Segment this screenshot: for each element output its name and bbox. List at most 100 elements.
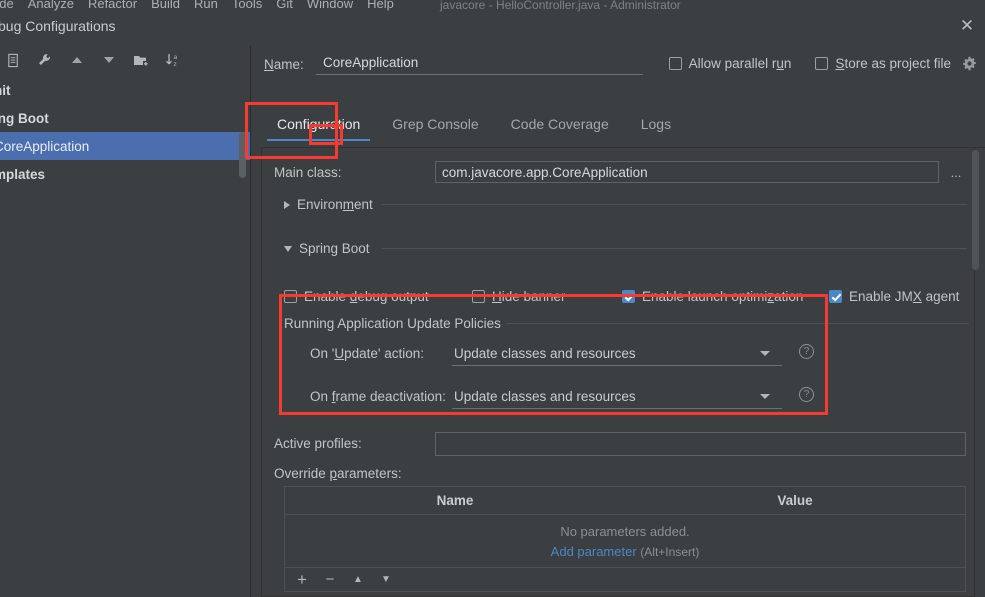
remove-parameter-button[interactable]: − [322,571,338,588]
ide-menu-items: ode Analyze Refactor Build Run Tools Git… [0,0,394,11]
tree-item-label: mplates [0,166,46,182]
tree-item-spring-boot[interactable]: ing Boot [0,104,250,132]
wrench-icon[interactable] [32,48,58,72]
configurations-toolbar: a z [0,46,250,74]
menu-item-code[interactable]: ode [0,0,14,11]
checkbox-box [472,290,485,303]
add-parameter-link[interactable]: Add parameter [551,544,637,559]
browse-main-class-button[interactable]: ... [945,161,967,183]
menu-item-git[interactable]: Git [276,0,293,11]
menu-item-help[interactable]: Help [367,0,394,11]
gear-icon[interactable] [962,56,977,71]
move-parameter-down-button[interactable]: ▼ [378,572,394,588]
on-frame-deactivation-label: On frame deactivation: [310,389,446,404]
move-parameter-up-button[interactable]: ▲ [350,572,366,588]
configuration-tabs: Configuration Grep Console Code Coverage… [261,116,687,141]
override-parameters-label: Override parameters: [274,466,402,481]
chevron-down-icon [760,393,770,399]
on-update-action-label: On 'Update' action: [310,346,424,361]
menu-item-run[interactable]: Run [194,0,218,11]
empty-message: No parameters added. [560,523,690,539]
hide-banner-label: Hide banner [492,289,566,304]
table-footer-toolbar: + − ▲ ▼ [285,567,965,591]
arrow-up-icon[interactable] [64,48,90,72]
add-parameter-button[interactable]: + [294,570,310,589]
environment-divider [382,204,967,205]
on-frame-deactivation-help-icon[interactable]: ? [799,387,814,402]
tree-item-templates[interactable]: mplates [0,160,250,188]
checkbox-box [622,290,635,303]
on-update-action-help-icon[interactable]: ? [799,344,814,359]
store-as-project-file-checkbox[interactable]: Store as project file [815,56,977,71]
enable-debug-output-checkbox[interactable]: Enable debug output [284,289,472,304]
on-update-action-dropdown[interactable]: Update classes and resources [452,341,782,366]
tree-scrollbar[interactable] [239,132,246,178]
run-debug-configurations-dialog: bug Configurations ✕ a z it ng Boot Core… [0,12,985,597]
menu-item-refactor[interactable]: Refactor [88,0,137,11]
close-icon[interactable]: ✕ [958,17,976,35]
active-profiles-label: Active profiles: [274,436,362,451]
tree-item-coreapplication[interactable]: CoreApplication [0,132,250,160]
screenshot-root: ode Analyze Refactor Build Run Tools Git… [0,0,985,597]
svg-text:z: z [174,61,177,68]
menu-item-build[interactable]: Build [151,0,180,11]
tree-item-label: CoreApplication [0,138,90,154]
environment-section-header[interactable]: Environment [284,197,373,212]
tree-item-label: nit [0,82,11,98]
content-scrollbar[interactable] [971,150,980,595]
configuration-form: Main class: ... Environment Spring Boot [261,148,975,597]
menu-item-window[interactable]: Window [307,0,353,11]
main-class-input[interactable] [435,161,939,183]
tab-grep-console[interactable]: Grep Console [376,116,494,141]
hide-banner-checkbox[interactable]: Hide banner [472,289,622,304]
svg-text:a: a [174,54,178,61]
enable-launch-optimization-label: Enable launch optimization [642,289,804,304]
configurations-tree[interactable]: nit ing Boot CoreApplication mplates [0,76,250,597]
spring-boot-label: Spring Boot [299,241,370,256]
tree-item-junit[interactable]: nit [0,76,250,104]
checkbox-box [668,57,682,70]
checkbox-box [829,290,842,303]
spring-boot-divider [382,248,967,249]
allow-parallel-run-checkbox[interactable]: Allow parallel run [668,56,792,71]
column-header-name: Name [436,493,474,508]
tab-configuration[interactable]: Configuration [261,116,376,141]
arrow-down-icon[interactable] [96,48,122,72]
folder-add-icon[interactable] [128,48,154,72]
dialog-titlebar: bug Configurations ✕ [0,12,985,46]
tab-logs[interactable]: Logs [625,116,687,141]
content-scrollbar-thumb[interactable] [972,150,979,270]
table-empty-state: No parameters added. Add parameter (Alt+… [285,515,965,567]
add-parameter-shortcut: (Alt+Insert) [640,544,700,559]
name-input[interactable] [316,53,643,75]
tab-code-coverage[interactable]: Code Coverage [495,116,625,141]
chevron-down-icon [760,350,770,356]
copy-icon[interactable] [0,48,26,72]
spring-boot-section-header[interactable]: Spring Boot [284,241,370,256]
spring-boot-checkbox-group: Enable debug output Hide banner Enable l… [284,289,959,304]
tree-item-label: ing Boot [0,110,49,126]
on-frame-deactivation-value: Update classes and resources [454,388,636,404]
on-update-action-value: Update classes and resources [454,345,636,361]
menu-item-analyze[interactable]: Analyze [28,0,74,11]
table-header-row: Name Value [285,487,965,515]
main-class-label: Main class: [274,165,342,180]
on-frame-deactivation-dropdown[interactable]: Update classes and resources [452,384,782,409]
column-header-value: Value [777,493,813,508]
enable-launch-optimization-checkbox[interactable]: Enable launch optimization [622,289,829,304]
override-parameters-table: Name Value No parameters added. Add para… [284,486,966,592]
checkbox-box [284,290,297,303]
allow-parallel-run-label: Allow parallel run [688,56,792,71]
active-profiles-input[interactable] [435,432,966,456]
name-row: Name: [264,53,643,75]
menu-item-tools[interactable]: Tools [232,0,262,11]
name-label: Name: [264,56,304,72]
sort-az-icon[interactable]: a z [160,48,186,72]
enable-jmx-agent-label: Enable JMX agent [849,289,960,304]
update-policies-title: Running Application Update Policies [284,316,507,331]
enable-jmx-agent-checkbox[interactable]: Enable JMX agent [829,289,959,304]
top-checkbox-group: Allow parallel run Store as project file [668,56,977,71]
ide-window-title: javacore - HelloController.java - Admini… [440,0,681,12]
chevron-down-icon [284,245,292,252]
update-policies-divider [505,323,969,324]
